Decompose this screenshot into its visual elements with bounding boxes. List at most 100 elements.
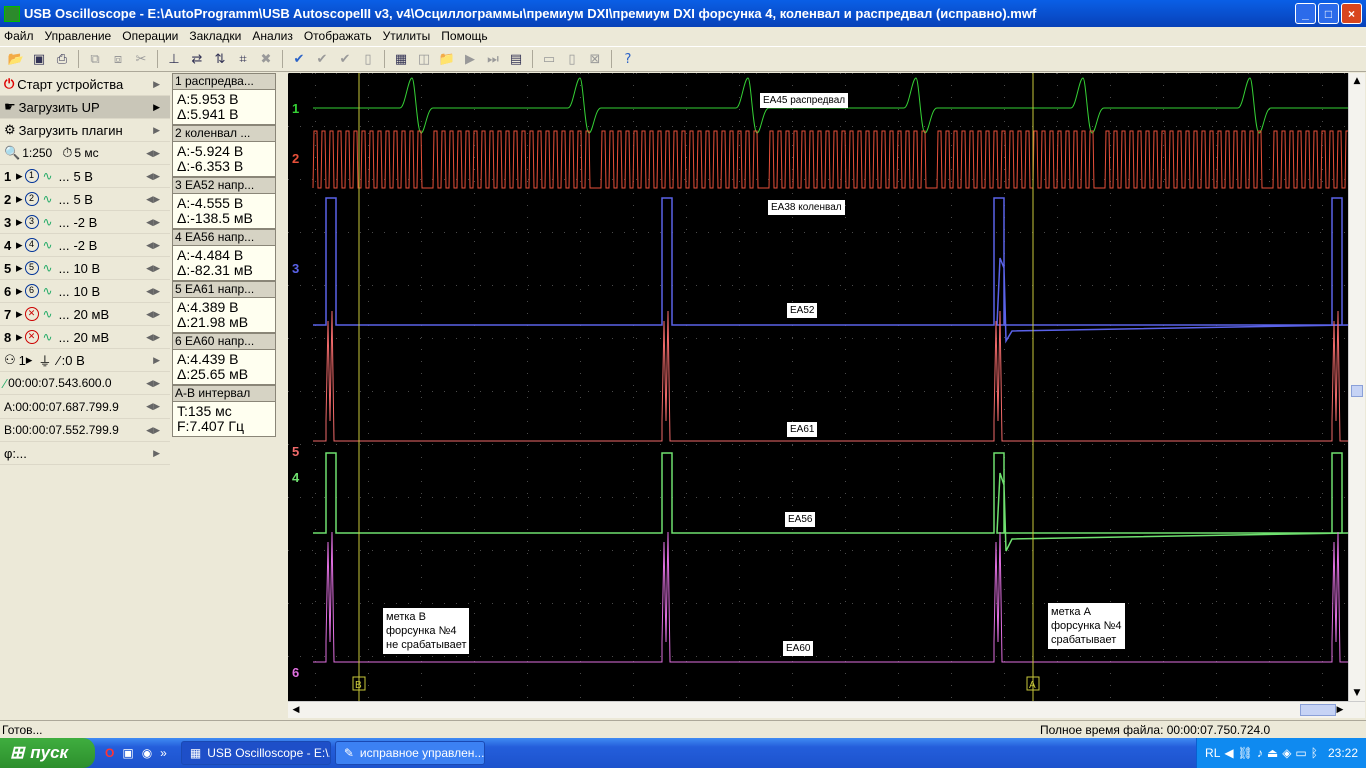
cursor-icon[interactable]: ⊥ (164, 49, 184, 69)
play-icon[interactable]: ▶ (460, 49, 480, 69)
page-icon[interactable]: ▯ (358, 49, 378, 69)
channel-row-1[interactable]: 1 ▸ 1 ∿... 5 В ◀▶ (0, 165, 170, 188)
menu-file[interactable]: Файл (4, 29, 34, 43)
scale-row[interactable]: 🔍 1:250 ⏱ 5 мс ◀▶ (0, 142, 170, 165)
scroll-thumb[interactable] (1351, 385, 1363, 397)
start-button[interactable]: ⊞ пуск (0, 738, 95, 768)
channel-row-7[interactable]: 7 ▸ ✕ ∿... 20 мВ ◀▶ (0, 303, 170, 326)
channel-on-icon[interactable]: 1 (24, 169, 39, 183)
menu-bookmarks[interactable]: Закладки (189, 29, 241, 43)
scroll-up-icon[interactable]: ▲ (1349, 73, 1365, 89)
channel-on-icon[interactable]: 6 (24, 284, 39, 298)
scroll-right-icon[interactable]: ▶ (1332, 702, 1348, 718)
channel-on-icon[interactable]: 4 (24, 238, 39, 252)
graph-icon[interactable]: ▭ (539, 49, 559, 69)
meas-header-4[interactable]: 4 EA56 напр... (172, 229, 276, 246)
horizontal-scrollbar[interactable]: ◀ ▶ (288, 701, 1365, 718)
minimize-button[interactable]: _ (1295, 3, 1316, 24)
language-indicator[interactable]: RL (1205, 746, 1220, 760)
menu-view[interactable]: Отображать (304, 29, 372, 43)
print-icon[interactable]: ⎙ (52, 49, 72, 69)
safely-remove-icon[interactable]: ⏏ (1267, 746, 1278, 760)
tray-arrow-icon[interactable]: ◀ (1224, 746, 1233, 760)
trigger-row[interactable]: ⚇ 1 ▸ ⏚ ⁄:0 В ▶ (0, 349, 170, 372)
menu-help[interactable]: Помощь (441, 29, 487, 43)
channel-on-icon[interactable]: 3 (24, 215, 39, 229)
grid-icon[interactable]: ▦ (391, 49, 411, 69)
display-icon[interactable]: ▭ (1295, 746, 1306, 760)
bluetooth-icon[interactable]: ᛒ (1311, 746, 1318, 760)
volume-icon[interactable]: ♪ (1257, 746, 1263, 760)
step-icon[interactable]: ⏭ (483, 49, 503, 69)
meas-header-2[interactable]: 2 коленвал ... (172, 125, 276, 142)
channel-row-6[interactable]: 6 ▸ 6 ∿... 10 В ◀▶ (0, 280, 170, 303)
check-icon[interactable]: ✔ (289, 49, 309, 69)
check-all-icon[interactable]: ✔ (312, 49, 332, 69)
cut-icon[interactable]: ✂ (131, 49, 151, 69)
channel-row-3[interactable]: 3 ▸ 3 ∿... -2 В ◀▶ (0, 211, 170, 234)
phase-row[interactable]: φ:... ▶ (0, 442, 170, 465)
scroll-left-icon[interactable]: ◀ (288, 702, 304, 718)
cursor-b-row[interactable]: B:00:00:07.552.799.9 ◀▶ (0, 419, 170, 442)
quicklaunch-more-icon[interactable]: » (160, 746, 167, 760)
menu-utilities[interactable]: Утилиты (383, 29, 431, 43)
delete-icon[interactable]: ✖ (256, 49, 276, 69)
copy-icon[interactable]: ⧉ (85, 49, 105, 69)
open-icon[interactable]: 📂 (6, 49, 26, 69)
load-plugin-button[interactable]: ⚙ Загрузить плагин ▶ (0, 119, 170, 142)
save-icon[interactable]: ▣ (29, 49, 49, 69)
channel-on-icon[interactable]: 2 (24, 192, 39, 206)
cursor-a-row[interactable]: A:00:00:07.687.799.9 ◀▶ (0, 395, 170, 419)
antivirus-icon[interactable]: ◈ (1282, 746, 1291, 760)
meas-header-1[interactable]: 1 распредва... (172, 73, 276, 90)
help-icon[interactable]: ? (618, 49, 638, 69)
coupling-icon[interactable]: ∿ (43, 238, 53, 252)
channel-row-4[interactable]: 4 ▸ 4 ∿... -2 В ◀▶ (0, 234, 170, 257)
measure-icon[interactable]: ⇄ (187, 49, 207, 69)
coupling-icon[interactable]: ∿ (43, 192, 53, 206)
channel-off-icon[interactable]: ✕ (24, 330, 39, 344)
meas-header-6[interactable]: 6 EA60 напр... (172, 333, 276, 350)
load-up-button[interactable]: ☛ Загрузить UP ▶ (0, 96, 170, 119)
interval-header[interactable]: A-B интервал (172, 385, 276, 402)
meas-header-3[interactable]: 3 EA52 напр... (172, 177, 276, 194)
opera-icon[interactable]: O (105, 746, 114, 760)
waveform-canvas[interactable]: 1 2 3 4 5 6 B A (288, 73, 1348, 701)
hscroll-thumb[interactable] (1300, 704, 1336, 716)
edge-icon[interactable]: ⏚ (38, 351, 51, 370)
check-next-icon[interactable]: ✔ (335, 49, 355, 69)
coupling-icon[interactable]: ∿ (43, 169, 53, 183)
coupling-icon[interactable]: ∿ (43, 307, 53, 321)
coupling-icon[interactable]: ∿ (43, 215, 53, 229)
zoom-fit-icon[interactable]: ⇅ (210, 49, 230, 69)
coupling-icon[interactable]: ∿ (43, 261, 53, 275)
task-ispravnoe[interactable]: ✎ исправное управлен... (334, 741, 485, 765)
oscilloscope-display[interactable]: 1 2 3 4 5 6 B A EA45 распредвал EA38 кол… (288, 73, 1348, 701)
task-usb-oscilloscope[interactable]: ▦ USB Oscilloscope - E:\... (180, 741, 331, 765)
doc-icon[interactable]: ▯ (562, 49, 582, 69)
network-icon[interactable]: ⛓ (1238, 746, 1253, 760)
close-button[interactable]: × (1341, 3, 1362, 24)
channel-row-2[interactable]: 2 ▸ 2 ∿... 5 В ◀▶ (0, 188, 170, 211)
start-device-button[interactable]: ⏻ Старт устройства ▶ (0, 73, 170, 96)
media-icon[interactable]: ◉ (142, 746, 152, 760)
table-icon[interactable]: ▤ (506, 49, 526, 69)
chart-icon[interactable]: ◫ (414, 49, 434, 69)
desktop-icon[interactable]: ▣ (122, 746, 133, 760)
coupling-icon[interactable]: ∿ (43, 284, 53, 298)
menu-operations[interactable]: Операции (122, 29, 178, 43)
menu-analysis[interactable]: Анализ (252, 29, 293, 43)
folder-abc-icon[interactable]: 📁 (437, 49, 457, 69)
analysis-icon[interactable]: ⌗ (233, 49, 253, 69)
paste-icon[interactable]: ⧈ (108, 49, 128, 69)
vertical-scrollbar[interactable]: ▲ ▼ (1348, 73, 1365, 701)
remove-icon[interactable]: ⊠ (585, 49, 605, 69)
channel-row-5[interactable]: 5 ▸ 5 ∿... 10 В ◀▶ (0, 257, 170, 280)
menu-control[interactable]: Управление (45, 29, 112, 43)
maximize-button[interactable]: □ (1318, 3, 1339, 24)
trigger-time-row[interactable]: ⁄ 00:00:07.543.600.0 ◀▶ (0, 372, 170, 395)
coupling-icon[interactable]: ∿ (43, 330, 53, 344)
channel-on-icon[interactable]: 5 (24, 261, 39, 275)
meas-header-5[interactable]: 5 EA61 напр... (172, 281, 276, 298)
channel-off-icon[interactable]: ✕ (24, 307, 39, 321)
